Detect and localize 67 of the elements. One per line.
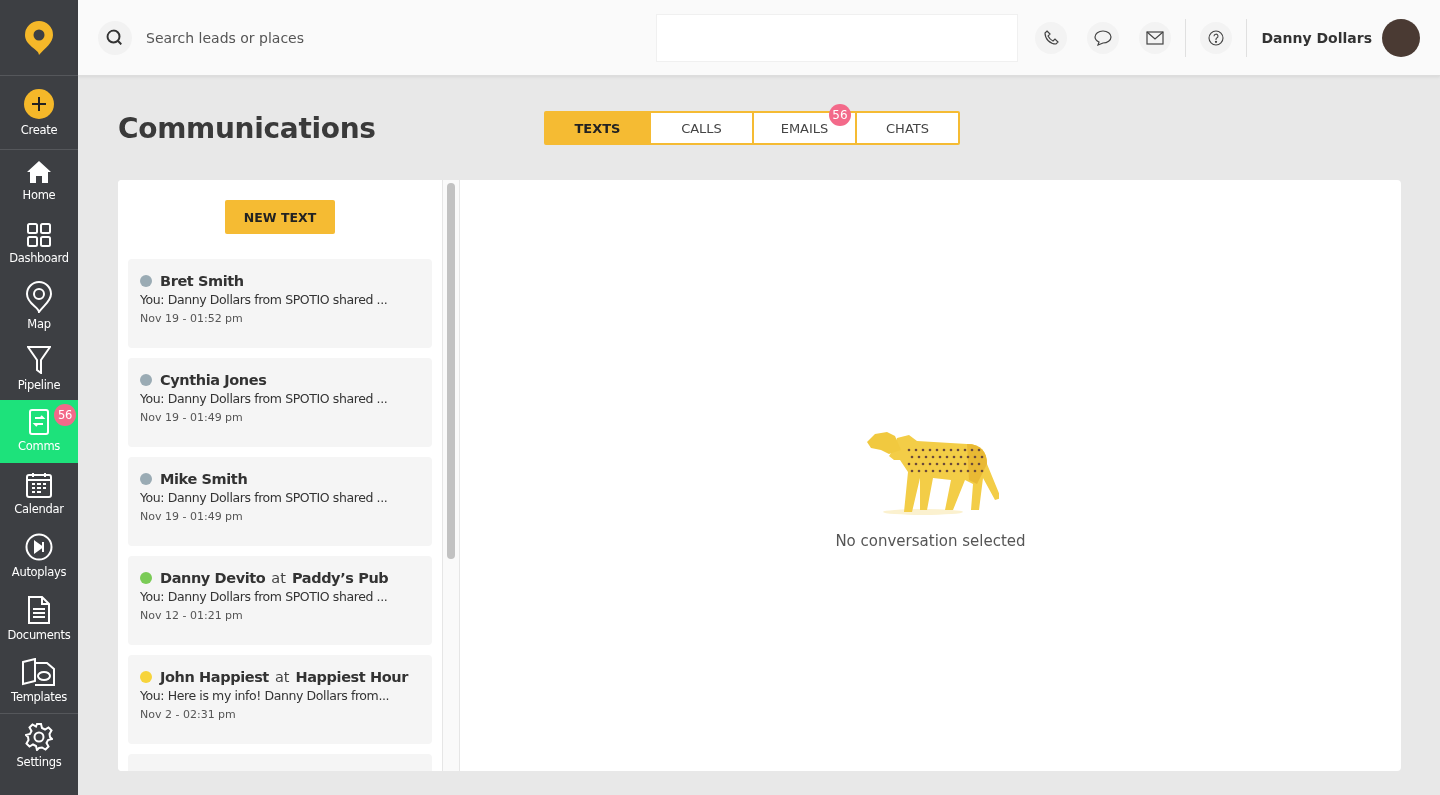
sidebar-item[interactable]: Templates [0,650,78,713]
contact-name: John Happiest [160,669,269,685]
grid-icon [27,222,51,247]
mail-button[interactable] [1139,21,1172,54]
place-name: Happiest Hour [295,669,408,685]
at-label: at [271,570,286,586]
play-circle-icon [25,533,53,562]
count-badge: 56 [829,104,851,126]
avatar[interactable] [1382,18,1420,57]
phone-arrows-icon [29,409,49,436]
phone-icon [1043,29,1060,46]
document-icon [28,595,50,624]
message-preview: You: Danny Dollars from SPOTIO shared ... [140,292,389,307]
message-preview: You: Danny Dollars from SPOTIO shared ... [140,589,389,604]
message-time: Nov 12 - 01:21 pm [140,609,244,622]
conversation-card[interactable]: Danny Devito at Paddy’s Pub You: Danny Dollars from SPOTIO shared ... Nov 12 - 01:21 pm [128,556,432,645]
mail-icon [1146,30,1165,45]
contact-name: Mike Smith [160,471,248,487]
sidebar-item[interactable]: Home [0,150,78,213]
message-preview: You: Danny Dollars from SPOTIO shared ... [140,490,389,505]
calendar-icon [26,471,52,498]
conversation-card[interactable]: Mike Smith You: Danny Dollars from SPOTIO shared ... Nov 19 - 01:49 pm [128,457,432,546]
chat-button[interactable] [1087,21,1120,54]
sidebar-item[interactable]: Pipeline [0,337,78,400]
help-icon [1208,29,1225,46]
tab[interactable]: CALLS [649,113,752,143]
phone-button[interactable] [1035,21,1068,54]
conversation-card[interactable]: John Happiest at Happiest Hour You: Here is my info! Danny Dollars from... Nov 2 - 02:31 pm [128,655,432,744]
scrollbar[interactable] [442,180,460,771]
message-time: Nov 19 - 01:49 pm [140,510,244,523]
map-pin-icon [26,281,52,314]
empty-state-message: No conversation selected [835,531,1026,550]
search-icon [98,20,132,55]
settings-icon [25,723,53,751]
place-name: Paddy’s Pub [291,570,389,586]
funnel-icon [27,345,51,374]
message-time: Nov 19 - 01:49 pm [140,411,244,424]
conversation-card[interactable]: Cynthia Jones You: Danny Dollars from SPOTIO shared ... Nov 19 - 01:49 pm [128,358,432,447]
sidebar-item[interactable]: Calendar [0,462,78,525]
tab[interactable]: TEXTS [546,113,649,143]
tab[interactable]: CHATS [855,113,958,143]
plus-icon [24,88,54,119]
sidebar-item[interactable]: Settings [0,712,78,779]
at-label: at [274,669,290,685]
sidebar-item[interactable]: Autoplays [0,525,78,588]
chat-bubble-icon [1094,29,1113,46]
help-button[interactable] [1200,21,1233,54]
contact-name: Cynthia Jones [160,372,267,388]
contact-name: Danny Devito [160,570,266,586]
message-preview: You: Danny Dollars from SPOTIO shared ... [140,391,389,406]
search-field[interactable]: Search leads or places [144,28,488,47]
home-icon [26,160,52,185]
sidebar-item[interactable]: Dashboard [0,212,78,275]
count-badge: 56 [54,404,76,426]
message-time: Nov 2 - 02:31 pm [140,708,237,721]
sidebar-item[interactable]: Documents [0,587,78,650]
contact-name: Bret Smith [160,273,244,289]
message-time: Nov 19 - 01:52 pm [140,312,244,325]
sidebar-item[interactable]: Map [0,275,78,338]
page-title: Communications [118,111,377,145]
message-preview: You: Here is my info! Danny Dollars from... [140,688,391,703]
new-text-button[interactable]: NEW TEXT [225,200,335,234]
templates-icon [22,658,56,687]
user-name: Danny Dollars [1261,29,1372,46]
sidebar-item[interactable]: Create [0,76,78,150]
conversation-card[interactable]: Bret Smith You: Danny Dollars from SPOTIO shared ... Nov 19 - 01:52 pm [128,259,432,348]
logo-icon [24,19,54,56]
